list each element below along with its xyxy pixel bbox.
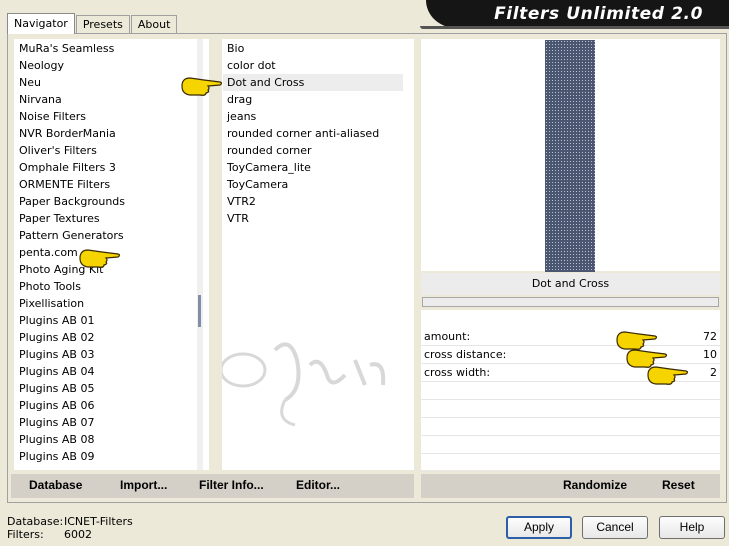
import-button[interactable]: Import... (120, 478, 167, 492)
category-list-item[interactable]: Nirvana (15, 91, 195, 108)
apply-button[interactable]: Apply (506, 516, 572, 539)
category-list-item[interactable]: Noise Filters (15, 108, 195, 125)
category-list-item[interactable]: Plugins AB 08 (15, 431, 195, 448)
param-row-empty (421, 454, 720, 472)
param-row-empty (421, 436, 720, 454)
category-list-item[interactable]: NVR BorderMania (15, 125, 195, 142)
tab-presets[interactable]: Presets (75, 15, 130, 34)
filter-list-item[interactable]: ToyCamera_lite (223, 159, 403, 176)
app-banner: Filters Unlimited 2.0 (426, 0, 729, 28)
param-row-amount[interactable]: amount: 72 (421, 328, 720, 346)
parameter-slider[interactable] (422, 297, 719, 307)
param-row-cross-distance[interactable]: cross distance: 10 (421, 346, 720, 364)
tab-about[interactable]: About (130, 15, 178, 34)
category-list-item[interactable]: Plugins AB 02 (15, 329, 195, 346)
help-button[interactable]: Help (659, 516, 725, 539)
footer-info: Database:ICNET-Filters Filters: 6002 (7, 515, 133, 541)
category-list-item[interactable]: Plugins AB 04 (15, 363, 195, 380)
filter-list-item[interactable]: Dot and Cross (223, 74, 403, 91)
cancel-button[interactable]: Cancel (582, 516, 648, 539)
category-list-item[interactable]: Omphale Filters 3 (15, 159, 195, 176)
category-list-item[interactable]: Paper Textures (15, 210, 195, 227)
category-list-item[interactable]: MuRa's Seamless (15, 40, 195, 57)
tab-strip: Navigator Presets About (7, 13, 178, 34)
filter-list-item[interactable]: jeans (223, 108, 403, 125)
randomize-button[interactable]: Randomize (563, 478, 627, 492)
filters-count-label: Filters: (7, 528, 44, 541)
right-button-bar: Randomize Reset (421, 474, 720, 498)
database-value: ICNET-Filters (64, 515, 133, 528)
filter-list-item[interactable]: ToyCamera (223, 176, 403, 193)
category-list-item[interactable]: Photo Tools (15, 278, 195, 295)
param-label: cross width: (424, 366, 491, 379)
category-list-item[interactable]: Plugins AB 01 (15, 312, 195, 329)
filter-list-item[interactable]: rounded corner anti-aliased (223, 125, 403, 142)
category-list-item[interactable]: Plugins AB 07 (15, 414, 195, 431)
category-list-item[interactable]: Neology (15, 57, 195, 74)
filter-list-item[interactable]: rounded corner (223, 142, 403, 159)
tab-navigator[interactable]: Navigator (7, 13, 75, 34)
category-scroll-thumb[interactable] (198, 295, 201, 327)
pointing-hand-icon (647, 366, 689, 385)
database-button[interactable]: Database (29, 478, 82, 492)
pointing-hand-icon (79, 249, 121, 268)
param-value: 10 (703, 348, 717, 361)
editor-button[interactable]: Editor... (296, 478, 340, 492)
category-list-item[interactable]: Paper Backgrounds (15, 193, 195, 210)
params-list: amount: 72 cross distance: 10 cross widt… (421, 328, 720, 472)
filter-list-item[interactable]: Bio (223, 40, 403, 57)
category-list-item[interactable]: Pattern Generators (15, 227, 195, 244)
param-row-empty (421, 400, 720, 418)
filter-list-item[interactable]: color dot (223, 57, 403, 74)
filter-list-item[interactable]: VTR (223, 210, 403, 227)
filter-info-button[interactable]: Filter Info... (199, 478, 264, 492)
filter-list-item[interactable]: drag (223, 91, 403, 108)
preview-image (545, 40, 595, 272)
filter-list-item[interactable]: VTR2 (223, 193, 403, 210)
category-list-item[interactable]: ORMENTE Filters (15, 176, 195, 193)
filter-title: Dot and Cross (421, 273, 720, 295)
filter-list: Bio color dot Dot and Cross drag jeans rounde… (223, 40, 403, 227)
watermark-logo (222, 342, 386, 427)
filters-count-value: 6002 (64, 528, 92, 541)
banner-underline (420, 26, 729, 29)
category-list-item[interactable]: Plugins AB 03 (15, 346, 195, 363)
reset-button[interactable]: Reset (662, 478, 695, 492)
param-row-empty (421, 418, 720, 436)
category-list-item[interactable]: Neu (15, 74, 195, 91)
param-label: amount: (424, 330, 471, 343)
pointing-hand-icon (181, 77, 223, 96)
param-value: 2 (710, 366, 717, 379)
filter-panel: Bio color dot Dot and Cross drag jeans rounde… (222, 39, 414, 470)
category-list-item[interactable]: Plugins AB 06 (15, 397, 195, 414)
category-list-item[interactable]: Pixellisation (15, 295, 195, 312)
category-list-item[interactable]: Plugins AB 09 (15, 448, 195, 465)
database-label: Database: (7, 515, 64, 528)
param-value: 72 (703, 330, 717, 343)
category-list-item[interactable]: Plugins AB 05 (15, 380, 195, 397)
category-scrollbar[interactable] (197, 39, 203, 470)
param-label: cross distance: (424, 348, 507, 361)
left-button-bar: Database Import... Filter Info... Editor… (11, 474, 414, 498)
category-list-item[interactable]: Oliver's Filters (15, 142, 195, 159)
